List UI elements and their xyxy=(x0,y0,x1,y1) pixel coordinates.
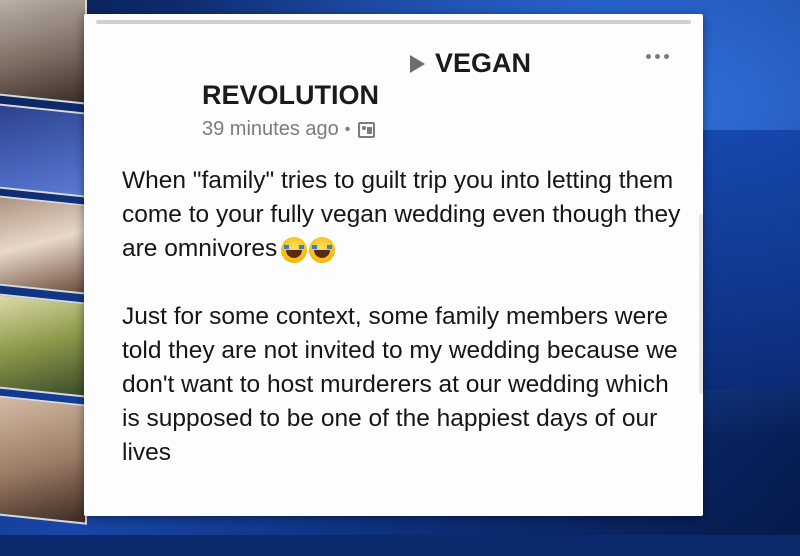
laughing-crying-emoji-icon xyxy=(281,236,308,263)
post-meta: 39 minutes ago • xyxy=(202,118,376,141)
emoji-group xyxy=(281,236,336,263)
page-name-line1[interactable]: VEGAN xyxy=(435,48,531,79)
post-paragraph-1: When "family" tries to guilt trip you in… xyxy=(122,164,682,266)
post-timestamp[interactable]: 39 minutes ago xyxy=(202,118,339,141)
post-paragraph-2: Just for some context, some family membe… xyxy=(122,303,678,466)
post-body: When "family" tries to guilt trip you in… xyxy=(122,164,682,470)
scrollbar[interactable] xyxy=(699,214,703,394)
laughing-crying-emoji-icon xyxy=(309,236,336,263)
audience-icon[interactable] xyxy=(358,121,376,138)
social-post-card: VEGAN REVOLUTION 39 minutes ago • When "… xyxy=(84,14,703,516)
collage-photo xyxy=(0,291,87,398)
collage-photo xyxy=(0,393,87,525)
more-options-icon[interactable] xyxy=(646,54,669,59)
collage-photo xyxy=(0,193,87,295)
page-name-line2[interactable]: REVOLUTION xyxy=(202,80,379,111)
play-icon xyxy=(410,54,425,73)
collage-photo xyxy=(0,0,87,105)
meta-separator: • xyxy=(344,120,351,138)
collage-photo xyxy=(0,101,87,198)
post-paragraph-1-text: When "family" tries to guilt trip you in… xyxy=(122,167,681,262)
card-top-divider xyxy=(96,20,691,24)
page-name-header[interactable]: VEGAN xyxy=(410,48,531,79)
